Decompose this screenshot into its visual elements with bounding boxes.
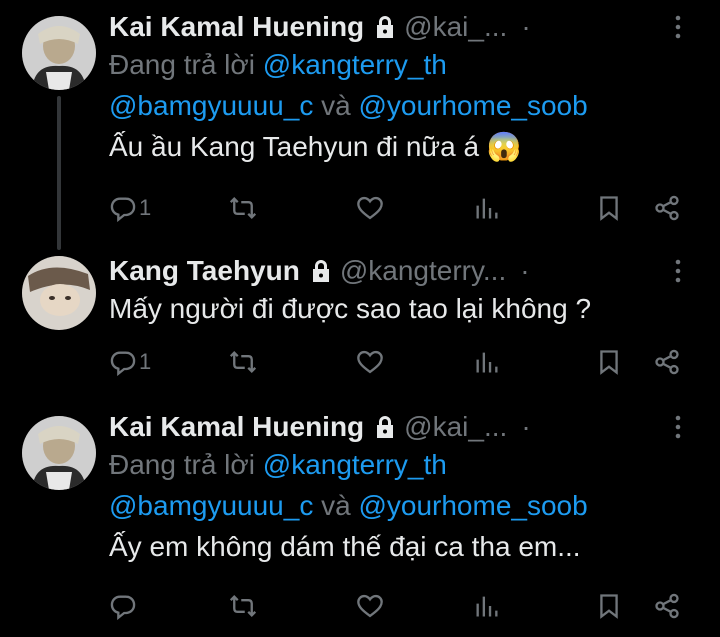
retweet-icon [229,194,257,222]
mention-link[interactable]: @yourhome_soob [358,490,587,521]
reply-prefix: Đang trả lời [109,49,255,80]
separator-dot: · [521,11,531,42]
share-icon [653,194,681,222]
separator-dot: · [520,255,530,286]
views-button[interactable] [473,193,501,223]
action-bar: 1 [109,347,693,377]
reply-context-cont: @bamgyuuuu_c và @yourhome_soob [109,85,700,126]
bookmark-icon [595,194,623,222]
like-button[interactable] [356,347,384,377]
lock-icon [374,415,396,439]
retweet-icon [229,592,257,620]
more-icon[interactable] [666,14,690,40]
display-name[interactable]: Kai Kamal Huening [109,411,364,443]
display-name[interactable]: Kang Taehyun [109,255,300,287]
mention-link[interactable]: @bamgyuuuu_c [109,90,313,121]
share-icon [653,592,681,620]
reply-button[interactable]: 1 [109,347,151,377]
lock-icon [310,259,332,283]
thread-connector [57,96,61,250]
retweet-icon [229,348,257,376]
avatar[interactable] [22,256,96,330]
like-icon [356,592,384,620]
reply-button[interactable] [109,591,139,621]
reply-button[interactable]: 1 [109,193,151,223]
bookmark-icon [595,592,623,620]
reply-context: Đang trả lời @kangterry_th [109,444,700,485]
views-icon [473,592,501,620]
mention-link[interactable]: @yourhome_soob [358,90,587,121]
reply-and: và [321,90,351,121]
reply-icon [109,194,137,222]
action-bar [109,591,693,621]
share-button[interactable] [653,347,681,377]
share-button[interactable] [653,591,681,621]
more-icon[interactable] [666,414,690,440]
views-icon [473,348,501,376]
reply-prefix: Đang trả lời [109,449,255,480]
reply-context-cont: @bamgyuuuu_c và @yourhome_soob [109,485,700,526]
tweet-text: Mấy người đi được sao tao lại không ? [109,293,592,324]
like-icon [356,194,384,222]
reply-context: Đang trả lời @kangterry_th [109,44,700,85]
views-button[interactable] [473,347,501,377]
tweet-text: Ấy em không dám thế đại ca tha em... [109,531,581,562]
reply-icon [109,348,137,376]
bookmark-icon [595,348,623,376]
reply-and: và [321,490,351,521]
handle[interactable]: @kai_... [404,11,507,43]
share-button[interactable] [653,193,681,223]
reply-icon [109,592,137,620]
handle[interactable]: @kai_... [404,411,507,443]
views-icon [473,194,501,222]
avatar[interactable] [22,416,96,490]
retweet-button[interactable] [229,591,257,621]
share-icon [653,348,681,376]
like-button[interactable] [356,591,384,621]
mention-link[interactable]: @bamgyuuuu_c [109,490,313,521]
like-icon [356,348,384,376]
action-bar: 1 [109,193,693,223]
views-button[interactable] [473,591,501,621]
retweet-button[interactable] [229,193,257,223]
bookmark-button[interactable] [595,347,623,377]
tweet-text: Ấu ầu Kang Taehyun đi nữa á 😱 [109,131,522,162]
mention-link[interactable]: @kangterry_th [263,449,447,480]
like-button[interactable] [356,193,384,223]
reply-count: 1 [139,195,152,220]
handle[interactable]: @kangterry... [340,255,506,287]
lock-icon [374,15,396,39]
bookmark-button[interactable] [595,193,623,223]
separator-dot: · [521,411,531,442]
retweet-button[interactable] [229,347,257,377]
mention-link[interactable]: @kangterry_th [263,49,447,80]
bookmark-button[interactable] [595,591,623,621]
avatar[interactable] [22,16,96,90]
display-name[interactable]: Kai Kamal Huening [109,11,364,43]
reply-count: 1 [139,349,152,374]
more-icon[interactable] [666,258,690,284]
